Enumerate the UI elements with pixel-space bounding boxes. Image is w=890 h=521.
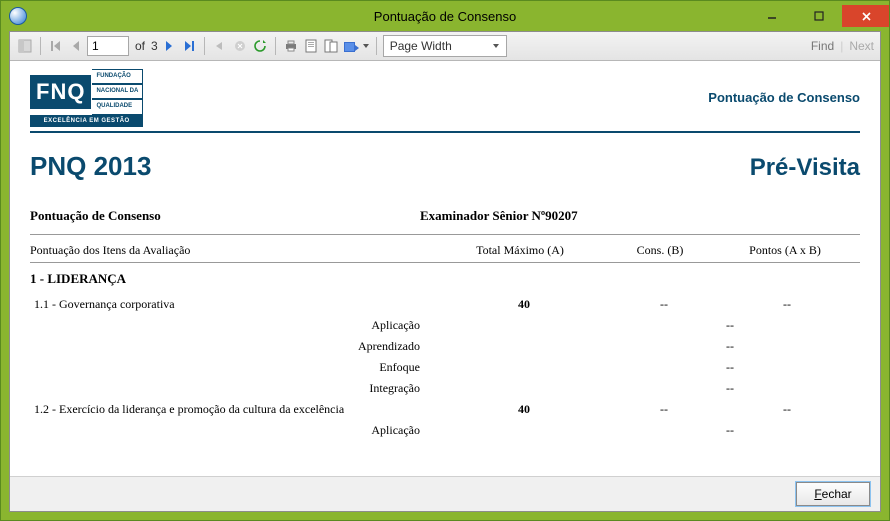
report-title-left: PNQ 2013: [30, 151, 151, 182]
dialog-footer: Fechar: [10, 476, 880, 511]
logo-sub: FUNDAÇÃO NACIONAL DA QUALIDADE: [92, 69, 143, 115]
subrow-label: Integração: [30, 381, 500, 396]
subrow-label: Aprendizado: [30, 339, 500, 354]
first-page-icon[interactable]: [47, 37, 65, 55]
header-title: Pontuação de Consenso: [708, 90, 860, 105]
prev-page-icon[interactable]: [67, 37, 85, 55]
title-bar: Pontuação de Consenso: [1, 1, 889, 31]
table-subrow: Aprendizado --: [30, 339, 860, 354]
table-row: 1.2 - Exercício da liderança e promoção …: [30, 402, 860, 417]
last-page-icon[interactable]: [180, 37, 198, 55]
subrow-label: Aplicação: [30, 318, 500, 333]
col-cons: Cons. (B): [610, 243, 710, 258]
col-points: Pontos (A x B): [710, 243, 860, 258]
subrow-b: --: [680, 381, 780, 396]
print-layout-icon[interactable]: [302, 37, 320, 55]
section-1: 1 - LIDERANÇA: [30, 271, 860, 287]
row-ab: --: [714, 402, 860, 417]
row-label: 1.1 - Governança corporativa: [30, 297, 434, 312]
table-subrow: Aplicação --: [30, 423, 860, 438]
print-icon[interactable]: [282, 37, 300, 55]
table-subrow: Enfoque --: [30, 360, 860, 375]
page-total-label: 3: [151, 39, 158, 53]
report-viewer[interactable]: FNQ FUNDAÇÃO NACIONAL DA QUALIDADE EXCEL…: [10, 61, 880, 477]
app-window: Pontuação de Consenso of 3: [0, 0, 890, 521]
toolbar-sep: [376, 37, 377, 55]
toolbar-sep: [204, 37, 205, 55]
next-page-icon[interactable]: [160, 37, 178, 55]
close-rest: echar: [822, 487, 852, 501]
find-sep: |: [840, 39, 843, 53]
doc-map-icon[interactable]: [16, 37, 34, 55]
logo-bottom: EXCELÊNCIA EM GESTÃO: [30, 115, 143, 127]
export-icon[interactable]: [342, 37, 360, 55]
logo-top: FNQ FUNDAÇÃO NACIONAL DA QUALIDADE: [30, 69, 143, 115]
page-of-label: of: [135, 39, 145, 53]
back-icon[interactable]: [211, 37, 229, 55]
close-accel: F: [814, 487, 821, 501]
toolbar-sep: [40, 37, 41, 55]
logo-sub2: NACIONAL DA: [92, 84, 143, 99]
find-next-link[interactable]: Next: [849, 39, 874, 53]
find-link[interactable]: Find: [811, 39, 834, 53]
page-setup-icon[interactable]: [322, 37, 340, 55]
table-row: 1.1 - Governança corporativa 40 -- --: [30, 297, 860, 312]
subheading-left: Pontuação de Consenso: [30, 208, 420, 224]
page-number-input[interactable]: [87, 36, 129, 56]
title-row: PNQ 2013 Pré-Visita: [30, 151, 860, 182]
window-title: Pontuação de Consenso: [1, 9, 889, 24]
table-subrow: Integração --: [30, 381, 860, 396]
table-subrow: Aplicação --: [30, 318, 860, 333]
zoom-select[interactable]: Page Width: [383, 35, 507, 57]
zoom-value: Page Width: [390, 39, 452, 53]
row-b: --: [614, 402, 714, 417]
chevron-down-icon: [492, 42, 500, 50]
subrow-b: --: [680, 423, 780, 438]
col-total: Total Máximo (A): [430, 243, 610, 258]
find-controls: Find | Next: [811, 39, 874, 53]
close-dialog-button[interactable]: Fechar: [796, 482, 870, 506]
export-dropdown-icon[interactable]: [362, 39, 370, 53]
row-a: 40: [434, 402, 614, 417]
subrow-label: Enfoque: [30, 360, 500, 375]
report-page: FNQ FUNDAÇÃO NACIONAL DA QUALIDADE EXCEL…: [10, 61, 880, 477]
subrow-label: Aplicação: [30, 423, 500, 438]
toolbar-sep: [275, 37, 276, 55]
subrow-b: --: [680, 318, 780, 333]
subrow-b: --: [680, 339, 780, 354]
logo: FNQ FUNDAÇÃO NACIONAL DA QUALIDADE EXCEL…: [30, 69, 143, 127]
report-title-right: Pré-Visita: [750, 154, 860, 182]
subrow-b: --: [680, 360, 780, 375]
divider: [30, 262, 860, 263]
report-toolbar: of 3 Page Width Find | Next: [10, 32, 880, 61]
logo-main: FNQ: [30, 75, 91, 109]
row-a: 40: [434, 297, 614, 312]
col-items: Pontuação dos Itens da Avaliação: [30, 243, 430, 258]
row-b: --: [614, 297, 714, 312]
subheading-row: Pontuação de Consenso Examinador Sênior …: [30, 208, 860, 224]
logo-sub1: FUNDAÇÃO: [92, 69, 143, 84]
refresh-icon[interactable]: [251, 37, 269, 55]
row-label: 1.2 - Exercício da liderança e promoção …: [30, 402, 434, 417]
content-frame: of 3 Page Width Find | Next: [9, 31, 881, 512]
divider: [30, 234, 860, 235]
row-ab: --: [714, 297, 860, 312]
subheading-right: Examinador Sênior Nº90207: [420, 208, 578, 224]
column-headers: Pontuação dos Itens da Avaliação Total M…: [30, 243, 860, 258]
report-header: FNQ FUNDAÇÃO NACIONAL DA QUALIDADE EXCEL…: [30, 69, 860, 133]
stop-icon[interactable]: [231, 37, 249, 55]
logo-sub3: QUALIDADE: [92, 99, 143, 114]
